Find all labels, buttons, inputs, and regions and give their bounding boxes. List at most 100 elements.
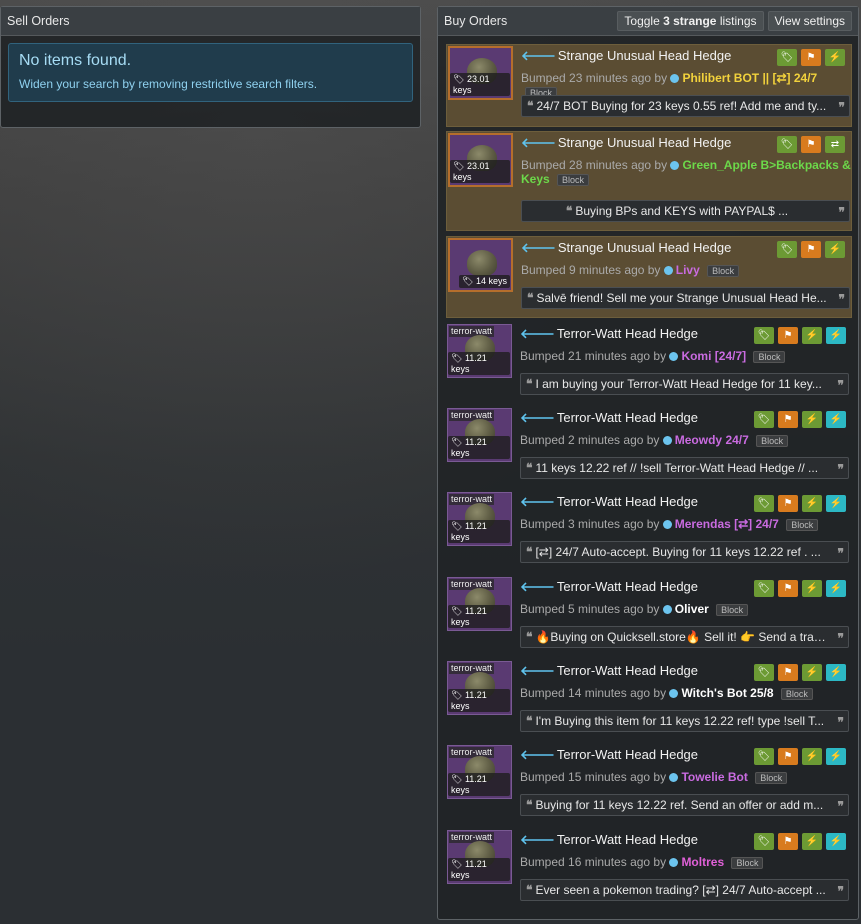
item-thumbnail[interactable]: terror-watt 🏷 11.21 keys <box>447 577 512 631</box>
flag-icon[interactable]: ⚑ <box>778 580 798 597</box>
price-badge: 🏷 11.21 keys <box>448 436 510 459</box>
lightning-icon[interactable]: ⚡ <box>826 411 846 428</box>
item-title[interactable]: 🡐 Terror-Watt Head Hedge <box>520 410 698 426</box>
item-title[interactable]: 🡐 Terror-Watt Head Hedge <box>520 663 698 679</box>
toggle-strange-button[interactable]: Toggle 3 strange listings <box>617 11 764 31</box>
item-thumbnail[interactable]: 🏷 23.01 keys <box>448 133 513 187</box>
block-button[interactable]: Block <box>786 519 819 531</box>
item-title[interactable]: 🡐 Strange Unusual Head Hedge <box>521 135 731 151</box>
item-title[interactable]: 🡐 Terror-Watt Head Hedge <box>520 747 698 763</box>
item-tag: terror-watt <box>449 832 495 843</box>
listing-row[interactable]: 🏷 23.01 keys 🡐 Strange Unusual Head Hedge… <box>446 44 852 127</box>
username-link[interactable]: Livy <box>676 263 700 277</box>
price-tag-icon[interactable]: 🏷 <box>777 136 797 153</box>
listing-row[interactable]: terror-watt 🏷 11.21 keys 🡐 Terror-Watt He… <box>446 491 852 571</box>
flag-icon[interactable]: ⚑ <box>778 327 798 344</box>
block-button[interactable]: Block <box>755 772 788 784</box>
lightning-icon[interactable]: ⚡ <box>802 664 822 681</box>
listing-row[interactable]: terror-watt 🏷 11.21 keys 🡐 Terror-Watt He… <box>446 576 852 656</box>
price-tag-icon[interactable]: 🏷 <box>777 241 797 258</box>
lightning-icon[interactable]: ⚡ <box>825 49 845 66</box>
lightning-icon[interactable]: ⚡ <box>826 327 846 344</box>
item-title[interactable]: 🡐 Terror-Watt Head Hedge <box>520 832 698 848</box>
lightning-icon[interactable]: ⚡ <box>802 580 822 597</box>
flag-icon[interactable]: ⚑ <box>778 833 798 850</box>
price-tag-icon[interactable]: 🏷 <box>754 664 774 681</box>
username-link[interactable]: Meowdy 24/7 <box>675 433 749 447</box>
price-tag-icon[interactable]: 🏷 <box>777 49 797 66</box>
flag-icon[interactable]: ⚑ <box>801 241 821 258</box>
price-tag-icon[interactable]: 🏷 <box>754 495 774 512</box>
username-link[interactable]: Komi [24/7] <box>681 349 746 363</box>
price-badge: 🏷 11.21 keys <box>448 605 510 628</box>
listing-row[interactable]: terror-watt 🏷 11.21 keys 🡐 Terror-Watt He… <box>446 323 852 403</box>
lightning-icon[interactable]: ⚡ <box>825 241 845 258</box>
price-tag-icon[interactable]: 🏷 <box>754 833 774 850</box>
listing-row[interactable]: 🏷 23.01 keys 🡐 Strange Unusual Head Hedge… <box>446 131 852 231</box>
item-thumbnail[interactable]: terror-watt 🏷 11.21 keys <box>447 492 512 546</box>
username-link[interactable]: Oliver <box>675 602 709 616</box>
listing-row[interactable]: terror-watt 🏷 11.21 keys 🡐 Terror-Watt He… <box>446 829 852 909</box>
price-tag-icon[interactable]: 🏷 <box>754 748 774 765</box>
item-title[interactable]: 🡐 Terror-Watt Head Hedge <box>520 494 698 510</box>
block-button[interactable]: Block <box>707 265 740 277</box>
status-dot-icon <box>670 74 680 83</box>
arrow-left-icon: 🡐 <box>520 747 555 762</box>
item-title[interactable]: 🡐 Strange Unusual Head Hedge <box>521 240 731 256</box>
flag-icon[interactable]: ⚑ <box>801 49 821 66</box>
quote-open-icon: ❝ <box>526 461 533 475</box>
lightning-icon[interactable]: ⚡ <box>826 664 846 681</box>
item-title[interactable]: 🡐 Terror-Watt Head Hedge <box>520 326 698 342</box>
username-link[interactable]: Towelie Bot <box>681 770 747 784</box>
price-badge: 🏷 11.21 keys <box>448 773 510 796</box>
bumped-text: Bumped 3 minutes ago by <box>520 517 660 531</box>
username-link[interactable]: Green_Apple B>Backpacks & <box>682 158 850 172</box>
lightning-icon[interactable]: ⚡ <box>802 495 822 512</box>
price-tag-icon[interactable]: 🏷 <box>754 411 774 428</box>
lightning-icon[interactable]: ⚡ <box>802 327 822 344</box>
listing-row[interactable]: 🏷 14 keys 🡐 Strange Unusual Head Hedge 🏷 ⚑… <box>446 236 852 318</box>
lightning-icon[interactable]: ⚡ <box>826 495 846 512</box>
username-link[interactable]: Witch's Bot 25/8 <box>681 686 773 700</box>
item-thumbnail[interactable]: terror-watt 🏷 11.21 keys <box>447 408 512 462</box>
lightning-icon[interactable]: ⚡ <box>802 411 822 428</box>
flag-icon[interactable]: ⚑ <box>778 748 798 765</box>
lightning-icon[interactable]: ⚡ <box>826 748 846 765</box>
listing-row[interactable]: terror-watt 🏷 11.21 keys 🡐 Terror-Watt He… <box>446 660 852 740</box>
block-button[interactable]: Block <box>753 351 786 363</box>
listing-row[interactable]: terror-watt 🏷 11.21 keys 🡐 Terror-Watt He… <box>446 744 852 824</box>
price-tag-icon[interactable]: 🏷 <box>754 327 774 344</box>
flag-icon[interactable]: ⚑ <box>778 495 798 512</box>
block-button[interactable]: Block <box>756 435 789 447</box>
view-settings-button[interactable]: View settings <box>767 11 852 31</box>
lightning-icon[interactable]: ⚡ <box>826 833 846 850</box>
block-button[interactable]: Block <box>731 857 764 869</box>
flag-icon[interactable]: ⚑ <box>778 664 798 681</box>
item-thumbnail[interactable]: terror-watt 🏷 11.21 keys <box>447 830 512 884</box>
flag-icon[interactable]: ⚑ <box>801 136 821 153</box>
username-link[interactable]: Moltres <box>681 855 724 869</box>
item-thumbnail[interactable]: terror-watt 🏷 11.21 keys <box>447 745 512 799</box>
bumped-line: Bumped 2 minutes ago by Meowdy 24/7 Bloc… <box>520 433 789 447</box>
status-dot-icon <box>662 436 672 445</box>
block-button[interactable]: Block <box>557 174 590 186</box>
item-thumbnail[interactable]: 🏷 23.01 keys <box>448 46 513 100</box>
item-thumbnail[interactable]: terror-watt 🏷 11.21 keys <box>447 661 512 715</box>
username-link[interactable]: Philibert BOT || [⇄] 24/7 <box>682 71 817 85</box>
lightning-icon[interactable]: ⚡ <box>802 748 822 765</box>
flag-icon[interactable]: ⚑ <box>778 411 798 428</box>
block-button[interactable]: Block <box>780 688 813 700</box>
item-name: Terror-Watt Head Hedge <box>556 494 699 509</box>
item-title[interactable]: 🡐 Strange Unusual Head Hedge <box>521 48 731 64</box>
username-link[interactable]: Merendas [⇄] 24/7 <box>675 517 779 531</box>
username-link-cont[interactable]: Keys <box>521 172 550 186</box>
item-title[interactable]: 🡐 Terror-Watt Head Hedge <box>520 579 698 595</box>
trade-icon[interactable]: ⇄ <box>825 136 845 153</box>
listing-row[interactable]: terror-watt 🏷 11.21 keys 🡐 Terror-Watt He… <box>446 407 852 487</box>
lightning-icon[interactable]: ⚡ <box>802 833 822 850</box>
block-button[interactable]: Block <box>716 604 749 616</box>
item-thumbnail[interactable]: 🏷 14 keys <box>448 238 513 292</box>
price-tag-icon[interactable]: 🏷 <box>754 580 774 597</box>
item-thumbnail[interactable]: terror-watt 🏷 11.21 keys <box>447 324 512 378</box>
lightning-icon[interactable]: ⚡ <box>826 580 846 597</box>
